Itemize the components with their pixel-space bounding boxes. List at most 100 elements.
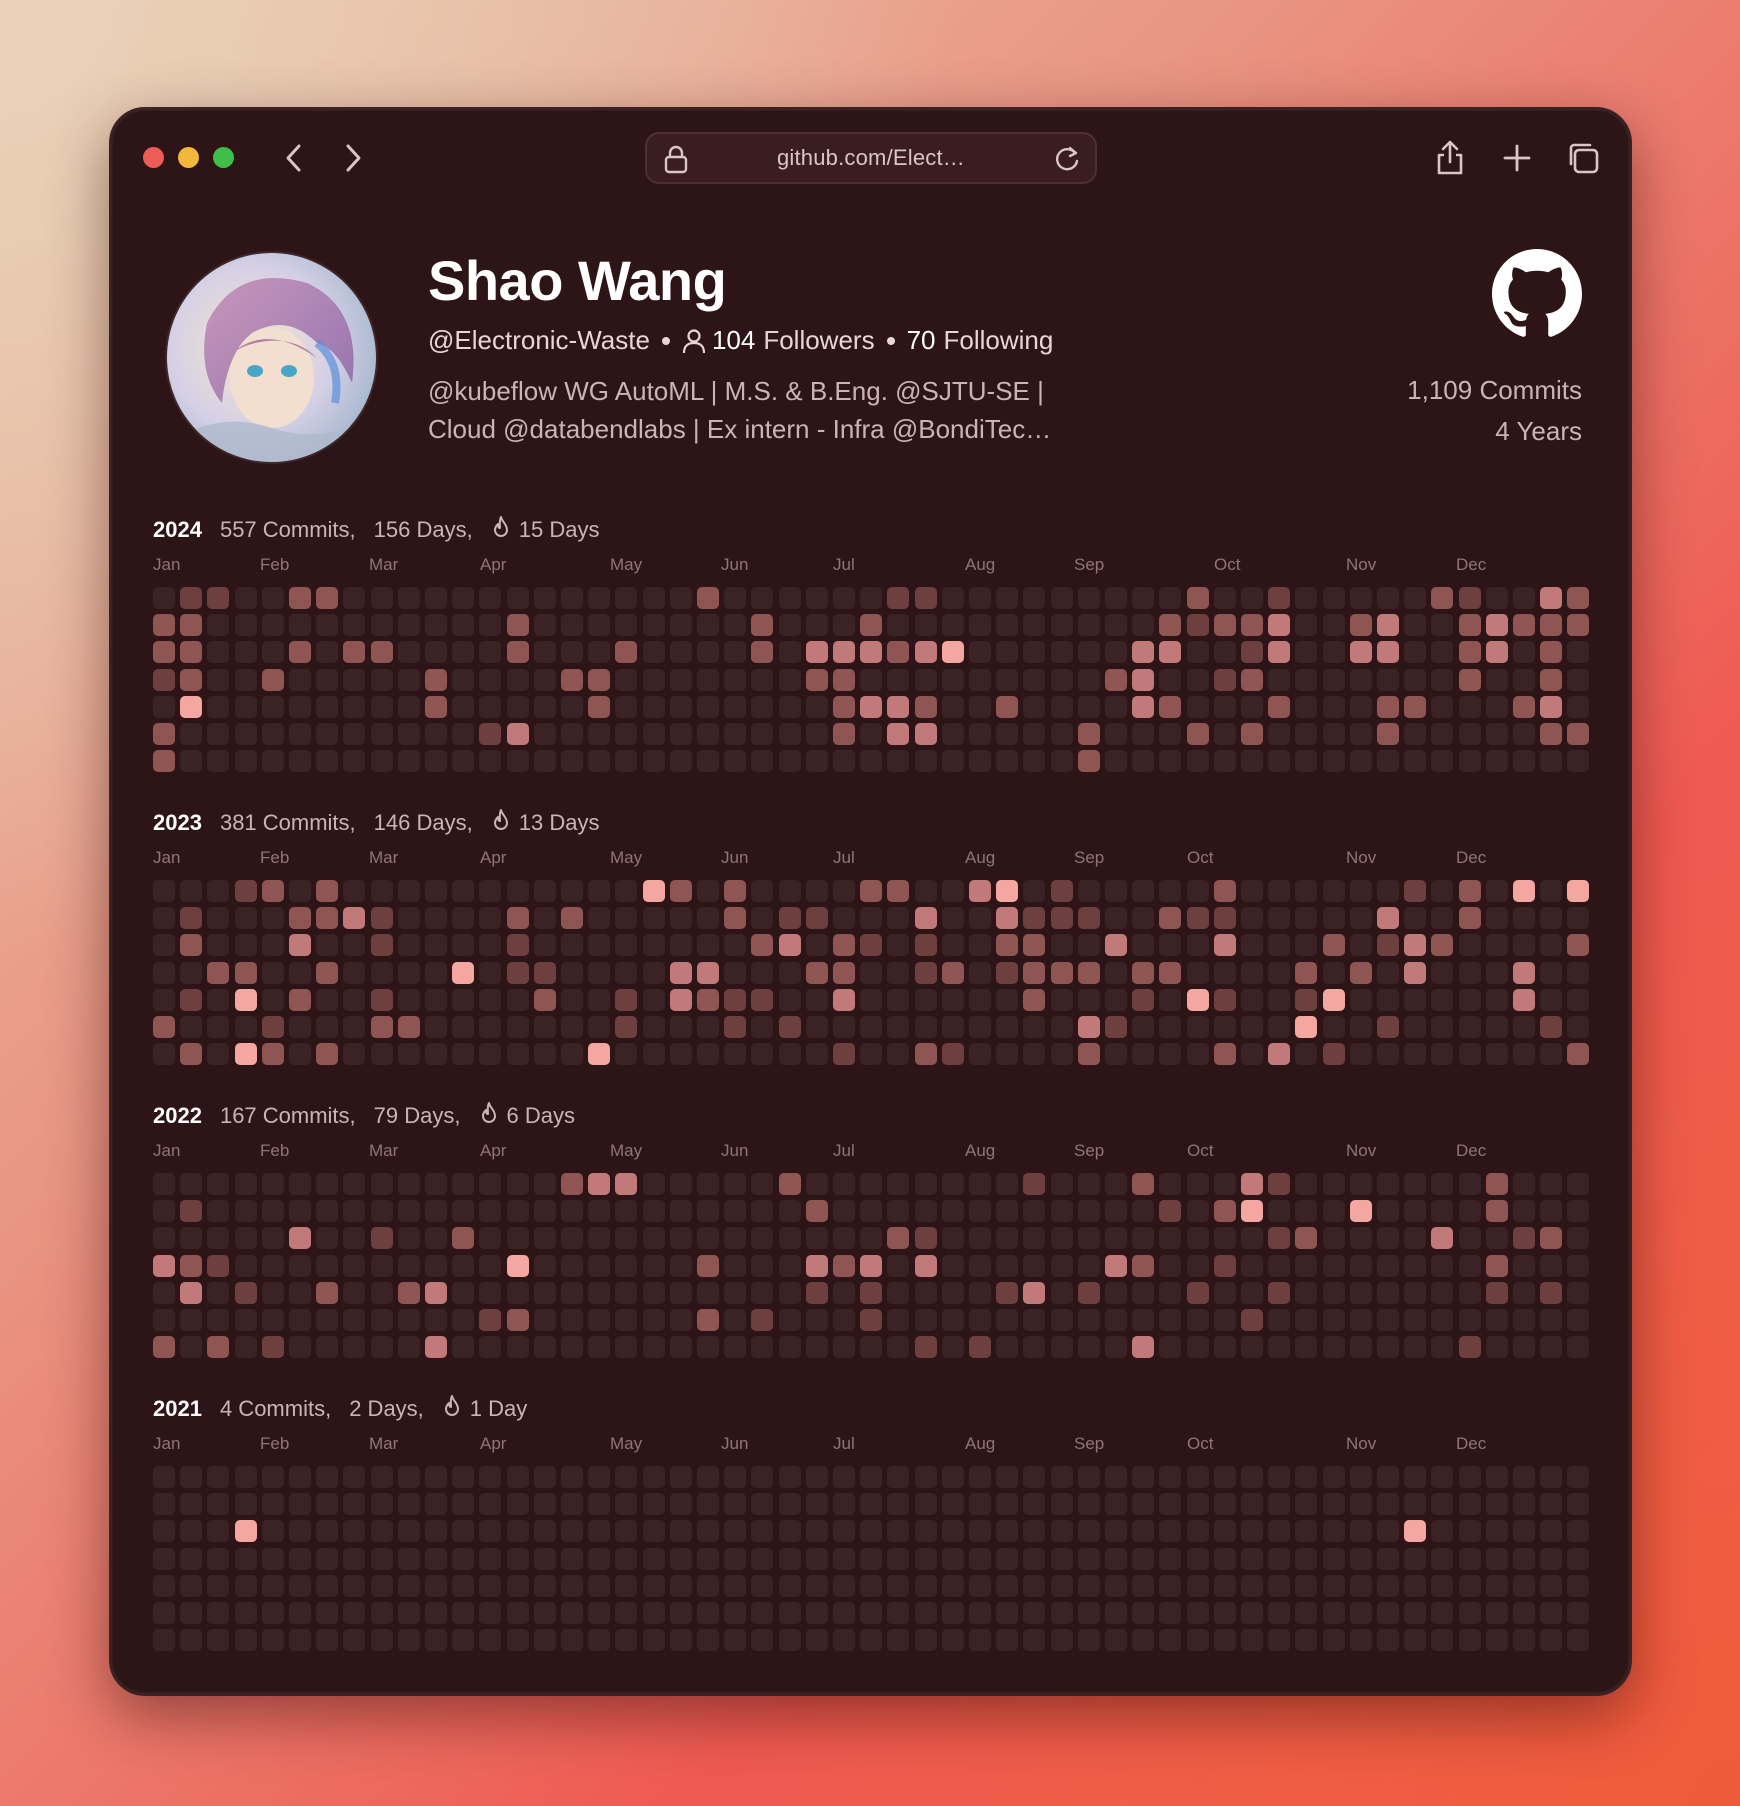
contribution-cell[interactable] xyxy=(398,1575,420,1597)
contribution-cell[interactable] xyxy=(1567,1575,1589,1597)
contribution-cell[interactable] xyxy=(289,907,311,929)
contribution-cell[interactable] xyxy=(1404,669,1426,691)
contribution-cell[interactable] xyxy=(806,669,828,691)
contribution-cell[interactable] xyxy=(1241,880,1263,902)
contribution-cell[interactable] xyxy=(235,1493,257,1515)
contribution-cell[interactable] xyxy=(1377,1173,1399,1195)
contribution-cell[interactable] xyxy=(860,750,882,772)
contribution-cell[interactable] xyxy=(1486,1520,1508,1542)
contribution-cell[interactable] xyxy=(1404,1016,1426,1038)
contribution-cell[interactable] xyxy=(806,587,828,609)
contribution-cell[interactable] xyxy=(1404,1336,1426,1358)
contribution-cell[interactable] xyxy=(1404,723,1426,745)
contribution-cell[interactable] xyxy=(1540,723,1562,745)
contribution-cell[interactable] xyxy=(1513,1282,1535,1304)
contribution-cell[interactable] xyxy=(561,1520,583,1542)
contribution-cell[interactable] xyxy=(1051,641,1073,663)
contribution-cell[interactable] xyxy=(915,1575,937,1597)
contribution-cell[interactable] xyxy=(779,1336,801,1358)
contribution-cell[interactable] xyxy=(1350,1227,1372,1249)
contribution-cell[interactable] xyxy=(235,1016,257,1038)
contribution-cell[interactable] xyxy=(724,962,746,984)
contribution-cell[interactable] xyxy=(1404,614,1426,636)
contribution-cell[interactable] xyxy=(588,1466,610,1488)
contribution-cell[interactable] xyxy=(1431,1466,1453,1488)
contribution-cell[interactable] xyxy=(697,962,719,984)
contribution-cell[interactable] xyxy=(1486,989,1508,1011)
contribution-cell[interactable] xyxy=(1377,750,1399,772)
contribution-cell[interactable] xyxy=(1540,1282,1562,1304)
contribution-cell[interactable] xyxy=(1486,1282,1508,1304)
contribution-cell[interactable] xyxy=(860,962,882,984)
contribution-cell[interactable] xyxy=(1214,907,1236,929)
contribution-cell[interactable] xyxy=(1023,934,1045,956)
contribution-cell[interactable] xyxy=(996,696,1018,718)
contribution-cell[interactable] xyxy=(479,1336,501,1358)
contribution-cell[interactable] xyxy=(534,641,556,663)
contribution-cell[interactable] xyxy=(1431,750,1453,772)
contribution-cell[interactable] xyxy=(561,750,583,772)
contribution-cell[interactable] xyxy=(153,696,175,718)
contribution-cell[interactable] xyxy=(153,1520,175,1542)
contribution-cell[interactable] xyxy=(969,1043,991,1065)
contribution-cell[interactable] xyxy=(343,1043,365,1065)
contribution-cell[interactable] xyxy=(534,1520,556,1542)
contribution-cell[interactable] xyxy=(1132,989,1154,1011)
contribution-cell[interactable] xyxy=(887,962,909,984)
contribution-cell[interactable] xyxy=(180,1629,202,1651)
contribution-cell[interactable] xyxy=(1241,1282,1263,1304)
contribution-cell[interactable] xyxy=(588,669,610,691)
contribution-cell[interactable] xyxy=(1078,696,1100,718)
contribution-cell[interactable] xyxy=(697,1016,719,1038)
contribution-cell[interactable] xyxy=(534,696,556,718)
contribution-cell[interactable] xyxy=(289,989,311,1011)
contribution-cell[interactable] xyxy=(1105,669,1127,691)
contribution-cell[interactable] xyxy=(262,934,284,956)
contribution-cell[interactable] xyxy=(996,1016,1018,1038)
contribution-cell[interactable] xyxy=(1214,1602,1236,1624)
contribution-cell[interactable] xyxy=(969,1602,991,1624)
contribution-cell[interactable] xyxy=(479,723,501,745)
contribution-cell[interactable] xyxy=(1295,587,1317,609)
contribution-cell[interactable] xyxy=(1268,1309,1290,1331)
contribution-cell[interactable] xyxy=(833,1016,855,1038)
contribution-cell[interactable] xyxy=(1187,1016,1209,1038)
contribution-cell[interactable] xyxy=(1214,1227,1236,1249)
contribution-cell[interactable] xyxy=(316,1602,338,1624)
contribution-cell[interactable] xyxy=(1268,750,1290,772)
contribution-cell[interactable] xyxy=(1105,1282,1127,1304)
contribution-cell[interactable] xyxy=(1105,1602,1127,1624)
contribution-cell[interactable] xyxy=(1323,880,1345,902)
contribution-cell[interactable] xyxy=(1404,1282,1426,1304)
contribution-cell[interactable] xyxy=(235,1309,257,1331)
contribution-cell[interactable] xyxy=(398,1309,420,1331)
contribution-cell[interactable] xyxy=(1459,880,1481,902)
contribution-cell[interactable] xyxy=(262,1629,284,1651)
contribution-cell[interactable] xyxy=(833,1493,855,1515)
contribution-cell[interactable] xyxy=(942,1227,964,1249)
contribution-cell[interactable] xyxy=(561,1043,583,1065)
contribution-cell[interactable] xyxy=(180,750,202,772)
contribution-cell[interactable] xyxy=(670,641,692,663)
contribution-cell[interactable] xyxy=(371,1548,393,1570)
contribution-cell[interactable] xyxy=(779,962,801,984)
contribution-cell[interactable] xyxy=(1268,641,1290,663)
contribution-cell[interactable] xyxy=(1214,880,1236,902)
contribution-cell[interactable] xyxy=(615,723,637,745)
contribution-cell[interactable] xyxy=(833,1575,855,1597)
contribution-cell[interactable] xyxy=(207,1629,229,1651)
contribution-cell[interactable] xyxy=(969,1520,991,1542)
contribution-cell[interactable] xyxy=(534,1200,556,1222)
contribution-cell[interactable] xyxy=(697,587,719,609)
contribution-cell[interactable] xyxy=(153,1173,175,1195)
contribution-cell[interactable] xyxy=(1431,696,1453,718)
contribution-cell[interactable] xyxy=(398,641,420,663)
contribution-cell[interactable] xyxy=(996,1493,1018,1515)
contribution-cell[interactable] xyxy=(1513,1629,1535,1651)
contribution-cell[interactable] xyxy=(1295,1493,1317,1515)
contribution-cell[interactable] xyxy=(996,1548,1018,1570)
github-logo-icon[interactable] xyxy=(1492,249,1582,339)
contribution-cell[interactable] xyxy=(1540,989,1562,1011)
contribution-cell[interactable] xyxy=(235,1173,257,1195)
contribution-cell[interactable] xyxy=(942,1255,964,1277)
